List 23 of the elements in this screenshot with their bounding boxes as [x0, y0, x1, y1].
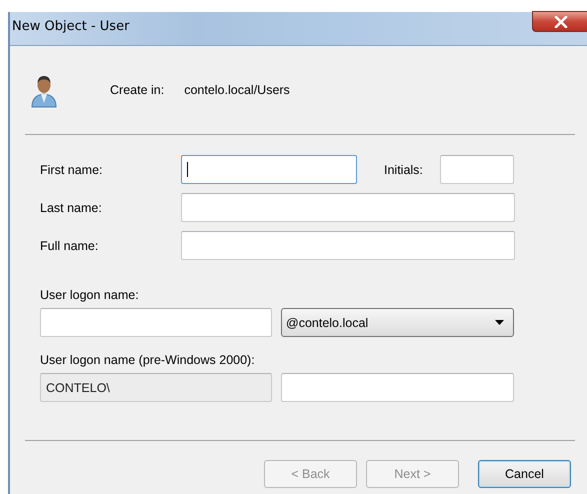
initials-field[interactable]: [440, 155, 514, 184]
caret-icon: [495, 320, 504, 325]
first-name-field[interactable]: [181, 155, 357, 184]
pre-windows-logon-label: User logon name (pre-Windows 2000):: [39, 353, 256, 367]
close-icon: [554, 16, 568, 28]
pre-windows-logon-field[interactable]: [281, 373, 514, 402]
container-path: contelo.local/Users: [184, 83, 290, 97]
full-name-label: Full name:: [40, 238, 100, 252]
logon-name-field[interactable]: [40, 308, 272, 337]
full-name-field[interactable]: [181, 231, 515, 260]
domain-prefix-field: CONTELO\: [40, 373, 272, 402]
create-in-label: Create in:: [110, 83, 164, 97]
last-name-field[interactable]: [181, 193, 515, 222]
cancel-button[interactable]: Cancel: [478, 460, 571, 488]
close-button[interactable]: [532, 11, 587, 32]
first-name-label: First name:: [40, 162, 104, 176]
last-name-label: Last name:: [40, 200, 103, 214]
logon-name-label: User logon name:: [39, 288, 140, 302]
user-icon: [30, 73, 58, 109]
initials-label: Initials:: [384, 162, 424, 176]
text-cursor: [187, 162, 188, 177]
domain-dropdown[interactable]: @contelo.local: [281, 308, 514, 337]
window-title: New Object - User: [11, 19, 130, 34]
